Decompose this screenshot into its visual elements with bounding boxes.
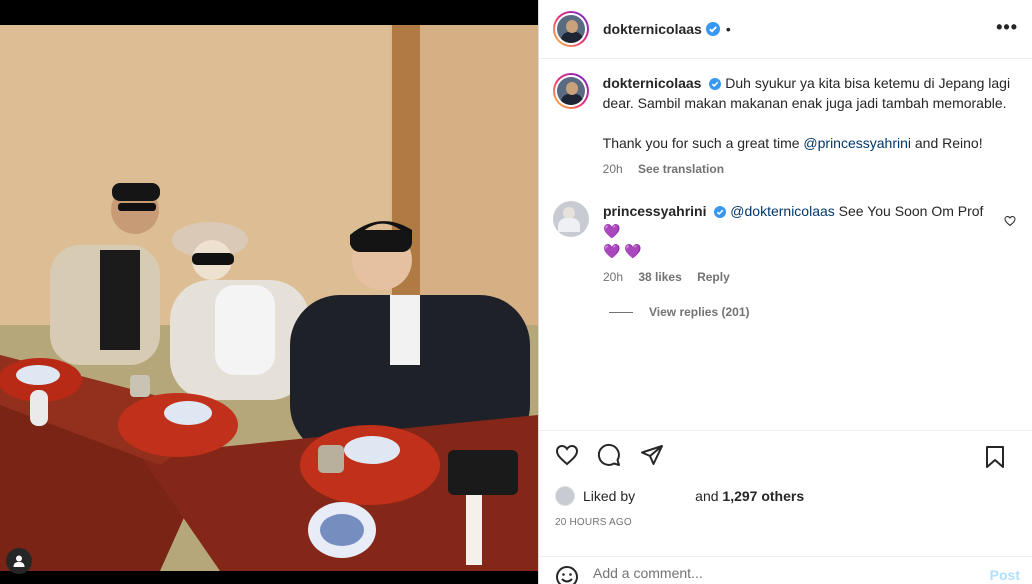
post-actions — [539, 430, 1032, 480]
comment-text: See You Soon Om Prof — [834, 203, 984, 219]
share-paper-plane-icon[interactable] — [640, 443, 664, 467]
likes-summary[interactable]: Liked by and 1,297 others — [555, 486, 804, 506]
comment-time[interactable]: 20h — [603, 270, 623, 284]
caption-author-avatar[interactable] — [553, 73, 589, 109]
purple-heart-emoji: 💜 — [603, 223, 621, 239]
caption-author-username[interactable]: dokternicolaas — [603, 75, 702, 91]
post-side-panel: dokternicolaas • ••• dokternicolaas Duh … — [538, 0, 1032, 584]
person-icon — [13, 555, 25, 567]
add-comment-input[interactable] — [593, 565, 973, 581]
replies-divider — [609, 311, 633, 313]
view-replies-label: View replies (201) — [649, 305, 750, 319]
tagged-users-button[interactable] — [6, 548, 32, 574]
save-bookmark-icon[interactable] — [984, 445, 1006, 469]
post-comment-button[interactable]: Post — [990, 567, 1020, 583]
likes-count[interactable]: 1,297 others — [722, 488, 804, 504]
caption-time[interactable]: 20h — [603, 162, 623, 176]
comment-meta: 20h 38 likes Reply — [603, 267, 998, 287]
liked-by-connector: and — [695, 488, 719, 504]
caption-meta: 20h See translation — [603, 159, 1018, 179]
purple-heart-emojis: 💜 💜 — [603, 243, 642, 259]
liked-by-prefix: Liked by — [583, 488, 636, 504]
post-photo[interactable] — [0, 25, 538, 571]
verified-badge-icon — [714, 206, 727, 218]
caption-mention[interactable]: @princessyahrini — [803, 135, 911, 151]
author-username[interactable]: dokternicolaas — [603, 21, 702, 37]
post-media[interactable] — [0, 0, 538, 584]
comment-mention[interactable]: @dokternicolaas — [730, 203, 835, 219]
like-heart-icon[interactable] — [555, 443, 579, 467]
post-modal: dokternicolaas • ••• dokternicolaas Duh … — [0, 0, 1032, 584]
comment-row: princessyahrini @dokternicolaas See You … — [553, 201, 1018, 287]
comment-likes[interactable]: 38 likes — [638, 270, 681, 284]
comments-list[interactable]: dokternicolaas Duh syukur ya kita bisa k… — [539, 59, 1032, 429]
caption-text-2-after: and Reino! — [911, 135, 983, 151]
caption-text-2-before: Thank you for such a great time — [602, 135, 804, 151]
author-avatar[interactable] — [553, 11, 589, 47]
commenter-avatar[interactable] — [553, 201, 589, 237]
header-separator: • — [725, 21, 731, 37]
caption-row: dokternicolaas Duh syukur ya kita bisa k… — [553, 73, 1018, 179]
verified-badge-icon — [709, 78, 722, 90]
reply-button[interactable]: Reply — [697, 270, 730, 284]
commenter-username[interactable]: princessyahrini — [603, 203, 707, 219]
liker-avatar[interactable] — [555, 486, 575, 506]
emoji-smiley-icon[interactable] — [555, 565, 579, 584]
caption-body: dokternicolaas Duh syukur ya kita bisa k… — [603, 73, 1018, 179]
like-comment-heart-icon[interactable] — [1004, 215, 1016, 227]
comment-body: princessyahrini @dokternicolaas See You … — [603, 201, 998, 287]
comment-composer: Post — [539, 556, 1032, 584]
view-replies-button[interactable]: View replies (201) — [609, 305, 1018, 319]
see-translation-button[interactable]: See translation — [638, 162, 724, 176]
comment-bubble-icon[interactable] — [597, 443, 621, 467]
post-header: dokternicolaas • ••• — [539, 0, 1032, 59]
verified-badge-icon — [705, 22, 720, 36]
post-timestamp[interactable]: 20 HOURS AGO — [555, 517, 632, 528]
photo-illustration — [0, 25, 538, 571]
more-options-button[interactable]: ••• — [996, 17, 1018, 38]
